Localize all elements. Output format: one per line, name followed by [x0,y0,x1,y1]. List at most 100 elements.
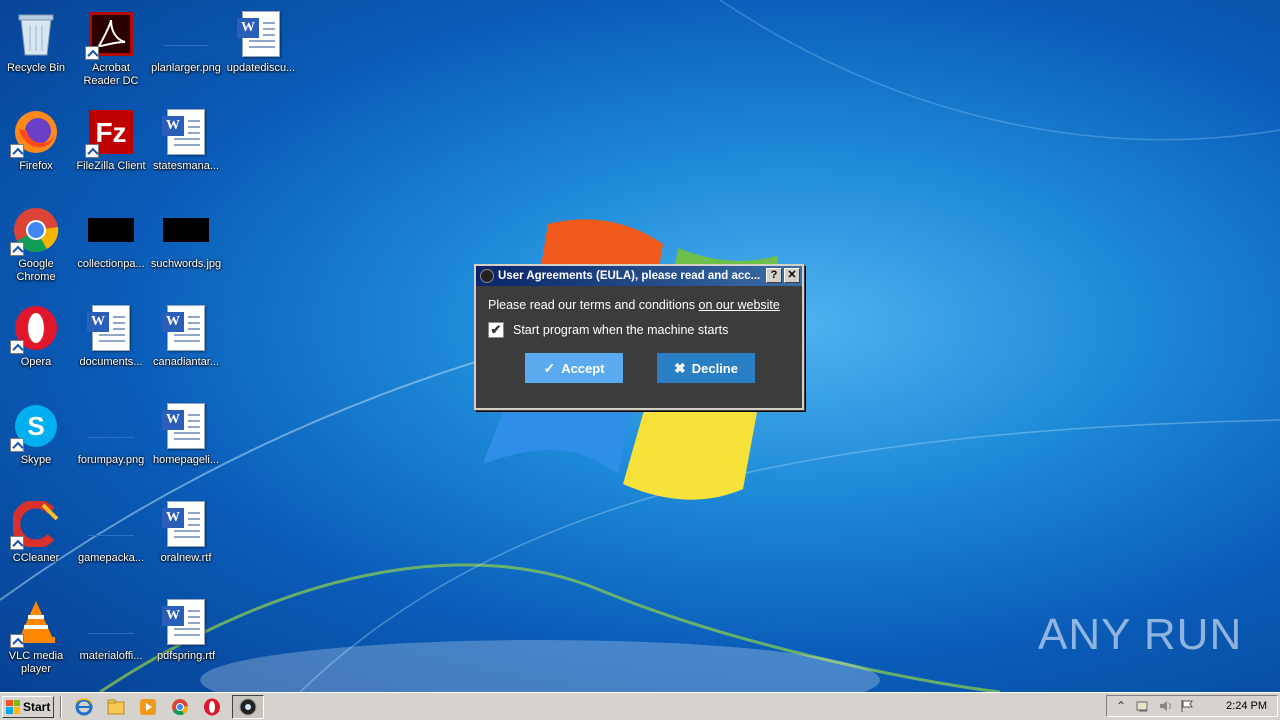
desktop-icon-collectionpa[interactable]: collectionpa... [73,200,149,292]
desktop-icon-label: FileZilla Client [76,160,146,172]
word-document-icon: W [162,598,210,646]
desktop-icon-label: Google Chrome [16,258,56,283]
chrome-taskbar-icon[interactable] [169,696,191,718]
shortcut-arrow-icon [85,46,99,60]
svg-text:S: S [27,411,44,441]
dialog-title: User Agreements (EULA), please read and … [498,270,761,282]
firefox-icon [10,108,60,158]
desktop-icon-ccleaner[interactable]: CCleaner [0,494,74,586]
desktop-icon-updatediscu[interactable]: W updatediscu... [223,4,299,96]
desktop-icon-documents[interactable]: W documents... [73,298,149,390]
image-file-icon [87,500,135,548]
recycle-bin-icon [12,10,60,58]
word-document-icon: W [237,10,285,58]
accept-button[interactable]: ✓ Accept [525,353,623,383]
x-icon: ✖ [674,359,686,376]
desktop-icon-label: pdfspring.rtf [156,650,216,662]
start-button[interactable]: Start [2,695,54,718]
desktop-icon-label: Firefox [19,160,53,172]
desktop-icon-label: homepageli... [152,454,220,466]
filezilla-icon: Fz [85,108,135,158]
desktop-icon-acrobat[interactable]: Acrobat Reader DC [73,4,149,96]
desktop-icon-homepageli[interactable]: W homepageli... [148,396,224,488]
dialog-message: Please read our terms and conditions on … [488,298,790,312]
desktop-icon-forumpay[interactable]: forumpay.png [73,396,149,488]
desktop-icon-skype[interactable]: S Skype [0,396,74,488]
desktop-icon-vlc[interactable]: VLC media player [0,592,74,684]
desktop-icon-label: updatediscu... [226,62,296,74]
desktop-icon-statesmana[interactable]: W statesmana... [148,102,224,194]
desktop-icon-opera[interactable]: Opera [0,298,74,390]
desktop-icon-gamepacka[interactable]: gamepacka... [73,494,149,586]
eula-dialog: User Agreements (EULA), please read and … [474,264,804,410]
taskbar-separator [60,695,62,718]
desktop-icon-label: Recycle Bin [6,62,66,74]
show-hidden-icons-icon[interactable]: ⌃ [1113,698,1129,714]
desktop-icon-suchwords[interactable]: suchwords.jpg [148,200,224,292]
taskbar: Start ⌃ 2:24 PM [0,692,1280,720]
shortcut-arrow-icon [10,536,24,550]
watermark-text: ANY RUN [1038,610,1243,659]
word-document-icon: W [162,304,210,352]
file-explorer-icon[interactable] [105,696,127,718]
desktop-icon-label: planlarger.png [151,62,221,74]
eula-app-icon [239,698,257,715]
image-file-icon [87,598,135,646]
shortcut-arrow-icon [10,242,24,256]
desktop-icon-label: documents... [79,356,143,368]
vlc-icon [10,598,60,648]
volume-icon[interactable] [1157,698,1173,714]
desktop-icon-label: VLC media player [8,650,64,675]
dialog-message-text: Please read our terms and conditions [488,298,699,312]
chrome-icon [10,206,60,256]
acrobat-reader-icon [85,10,135,60]
image-file-icon [87,402,135,450]
shortcut-arrow-icon [85,144,99,158]
clock[interactable]: 2:24 PM [1226,700,1267,712]
desktop-icon-label: forumpay.png [77,454,145,466]
desktop-icon-label: gamepacka... [77,552,145,564]
word-document-icon: W [162,500,210,548]
decline-button[interactable]: ✖ Decline [657,353,755,383]
skype-icon: S [10,402,60,452]
opera-taskbar-icon[interactable] [201,696,223,718]
check-icon: ✓ [543,359,556,376]
app-icon [480,269,494,283]
startup-checkbox-row[interactable]: ✔ Start program when the machine starts [488,322,790,338]
desktop-icon-label: materialoffi... [79,650,143,662]
windows-logo-icon [6,699,20,714]
startup-checkbox-label[interactable]: Start program when the machine starts [513,323,728,337]
desktop-icon-materialoffi[interactable]: materialoffi... [73,592,149,684]
desktop-icon-firefox[interactable]: Firefox [0,102,74,194]
website-link[interactable]: on our website [699,298,780,312]
image-file-icon [162,206,210,254]
desktop-icon-label: Skype [20,454,52,466]
internet-explorer-icon[interactable] [73,696,95,718]
desktop-icon-label: CCleaner [12,552,60,564]
desktop-icon-filezilla[interactable]: Fz FileZilla Client [73,102,149,194]
desktop-icon-label: oralnew.rtf [160,552,212,564]
flag-icon[interactable] [1179,698,1195,714]
shortcut-arrow-icon [10,340,24,354]
word-document-icon: W [162,108,210,156]
media-player-icon[interactable] [137,696,159,718]
anyrun-watermark: ANY RUN [1038,610,1242,660]
shortcut-arrow-icon [10,144,24,158]
desktop-icon-label: suchwords.jpg [150,258,222,270]
dialog-title-bar[interactable]: User Agreements (EULA), please read and … [476,266,802,286]
system-tray: ⌃ 2:24 PM [1106,695,1278,717]
eula-app-taskbar-button[interactable] [232,694,264,719]
help-button[interactable]: ? [766,268,782,283]
close-button[interactable]: ✕ [784,268,800,283]
desktop-icon-chrome[interactable]: Google Chrome [0,200,74,292]
desktop-icon-label: statesmana... [152,160,220,172]
image-file-icon [162,10,210,58]
desktop-icon-canadiantar[interactable]: W canadiantar... [148,298,224,390]
desktop-icon-planlarger[interactable]: planlarger.png [148,4,224,96]
startup-checkbox[interactable]: ✔ [488,322,504,338]
desktop-icon-recycle-bin[interactable]: Recycle Bin [0,4,74,96]
desktop-icon-oralnew[interactable]: W oralnew.rtf [148,494,224,586]
desktop-icon-pdfspring[interactable]: W pdfspring.rtf [148,592,224,684]
desktop-icon-label: Opera [20,356,52,368]
action-center-icon[interactable] [1135,698,1151,714]
